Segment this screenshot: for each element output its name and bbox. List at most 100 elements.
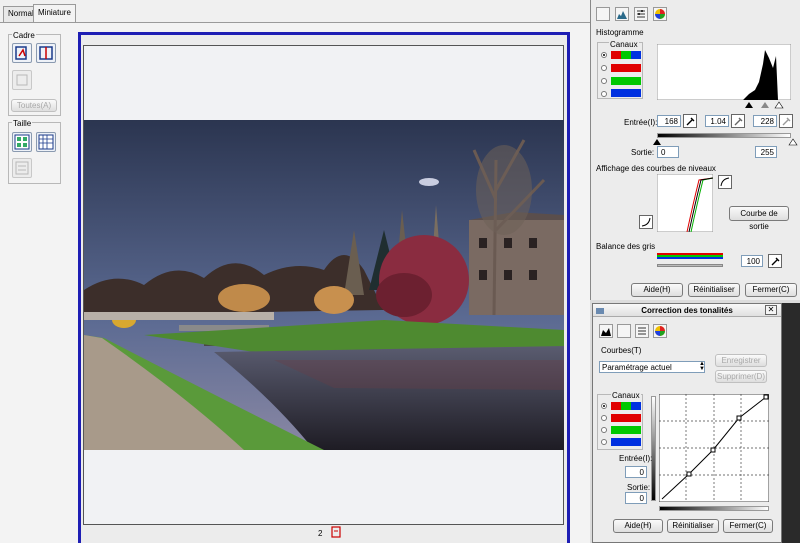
channel-green-radio[interactable] [601,78,607,84]
supprimer-button[interactable]: Supprimer(D) [715,370,767,383]
tone-tool-button[interactable] [634,7,648,21]
color-wheel-icon [655,9,665,19]
output-black-field[interactable]: 0 [657,146,679,158]
tone-sortie-label: Sortie: [627,483,651,492]
tone-reinitialiser-button[interactable]: Réinitialiser [667,519,719,533]
grid-small-icon [38,134,54,150]
tone-curve-graph[interactable] [659,394,769,502]
tone-histogram-button[interactable] [599,324,613,338]
list-icon [15,161,29,175]
gray-balance-bar [657,253,723,259]
curve-shape-bottom-button[interactable] [639,215,653,229]
toolbar-blank-button[interactable] [596,7,610,21]
courbe-de-sortie-button[interactable]: Courbe de sortie [729,206,789,231]
tone-entree-label: Entrée(I): [619,454,653,463]
tone-entree-field[interactable]: 0 [625,466,647,478]
affichage-label: Affichage des courbes de niveaux [596,164,716,173]
gray-balance-eyedropper[interactable] [768,254,782,268]
tone-channel-blue-radio[interactable] [601,439,607,445]
channel-blue-swatch [611,89,641,97]
channels-label: Canaux [609,40,639,49]
close-button[interactable]: ✕ [765,305,777,315]
tone-sliders-button[interactable] [635,324,649,338]
curve-icon [720,177,730,187]
gray-balance-field[interactable]: 100 [741,255,763,267]
sliders-icon [637,10,645,18]
channel-blue-radio[interactable] [601,91,607,97]
frame-select-icon [16,74,28,86]
color-wheel-icon [655,326,665,336]
channel-rgb-swatch [611,51,641,59]
eyedropper-icon [686,117,695,126]
balance-label: Balance des gris [596,242,656,251]
black-point-button[interactable] [683,114,697,128]
tone-aide-button[interactable]: Aide(H) [613,519,663,533]
frame-manual-button[interactable] [36,43,56,63]
channel-rgb-radio[interactable] [601,52,607,58]
gray-balance-slider[interactable] [657,264,723,267]
channel-red-radio[interactable] [601,65,607,71]
preset-select[interactable]: Paramétrage actuel [599,361,705,373]
horizontal-gradient-bar [659,506,769,511]
frame-auto-icon [15,46,27,60]
eyedropper-icon [734,117,743,126]
tone-curve-button[interactable] [617,324,631,338]
vertical-gradient-bar [651,396,656,501]
tone-channel-red-radio[interactable] [601,415,607,421]
curve-shape-top-button[interactable] [718,175,732,189]
gray-point-button[interactable] [731,114,745,128]
tab-bar: Normal Miniature [0,0,590,22]
white-point-button[interactable] [779,114,793,128]
eyedropper-icon [782,117,791,126]
tone-sortie-field[interactable]: 0 [625,492,647,504]
aide-button[interactable]: Aide(H) [631,283,683,297]
frame-auto-button[interactable] [12,43,32,63]
tab-miniature[interactable]: Miniature [33,4,76,22]
sortie-label: Sortie: [631,148,655,157]
tone-color-button[interactable] [653,324,667,338]
entree-label: Entrée(I): [624,118,658,127]
histogram-window: Histogramme Canaux Entrée(I): 168 1.04 2… [590,0,800,300]
window-app-icon [596,308,604,314]
channel-green-swatch [611,77,641,85]
tone-window-titlebar[interactable]: Correction des tonalités [593,304,781,317]
tone-correction-window: Correction des tonalités ✕ Courbes(T) Pa… [592,303,782,543]
histogram-graph [657,44,791,100]
output-slider-handles[interactable] [653,138,799,146]
histogram-tool-button[interactable] [615,7,629,21]
size-large-button[interactable] [12,132,32,152]
size-list-button[interactable] [12,158,32,178]
input-gamma-field[interactable]: 1.04 [705,115,729,127]
tone-channels-label: Canaux [611,391,641,400]
input-black-field[interactable]: 168 [657,115,681,127]
histogram-icon [617,11,627,19]
color-tool-button[interactable] [653,7,667,21]
courbes-label: Courbes(T) [601,346,642,355]
eyedropper-icon [771,257,780,266]
tone-fermer-button[interactable]: Fermer(C) [723,519,773,533]
frame-manual-icon [39,46,53,60]
frame-marker-icon [331,526,341,538]
reinitialiser-button[interactable]: Réinitialiser [688,283,740,297]
enregistrer-button[interactable]: Enregistrer [715,354,767,367]
levels-curve-preview [657,174,713,232]
fermer-button[interactable]: Fermer(C) [745,283,797,297]
close-icon: ✕ [767,305,775,314]
grid-large-icon [14,134,30,150]
tone-channel-red-swatch [611,414,641,422]
input-slider-handles[interactable] [741,101,800,109]
tone-channel-green-radio[interactable] [601,427,607,433]
size-small-button[interactable] [36,132,56,152]
tone-channel-rgb-radio[interactable] [601,403,607,409]
histogram-icon [601,328,611,336]
tone-channel-blue-swatch [611,438,641,446]
background-desktop [782,303,800,543]
preset-spin-icon[interactable]: ▲ ▼ [698,361,706,372]
scanned-photo[interactable] [84,120,564,450]
frame-select-button[interactable] [12,70,32,90]
output-white-field[interactable]: 255 [755,146,777,158]
input-white-field[interactable]: 228 [753,115,777,127]
tone-window-title: Correction des tonalités [641,306,733,315]
toutes-button[interactable]: Toutes(A) [11,99,57,112]
histogram-section-title: Histogramme [596,28,644,37]
